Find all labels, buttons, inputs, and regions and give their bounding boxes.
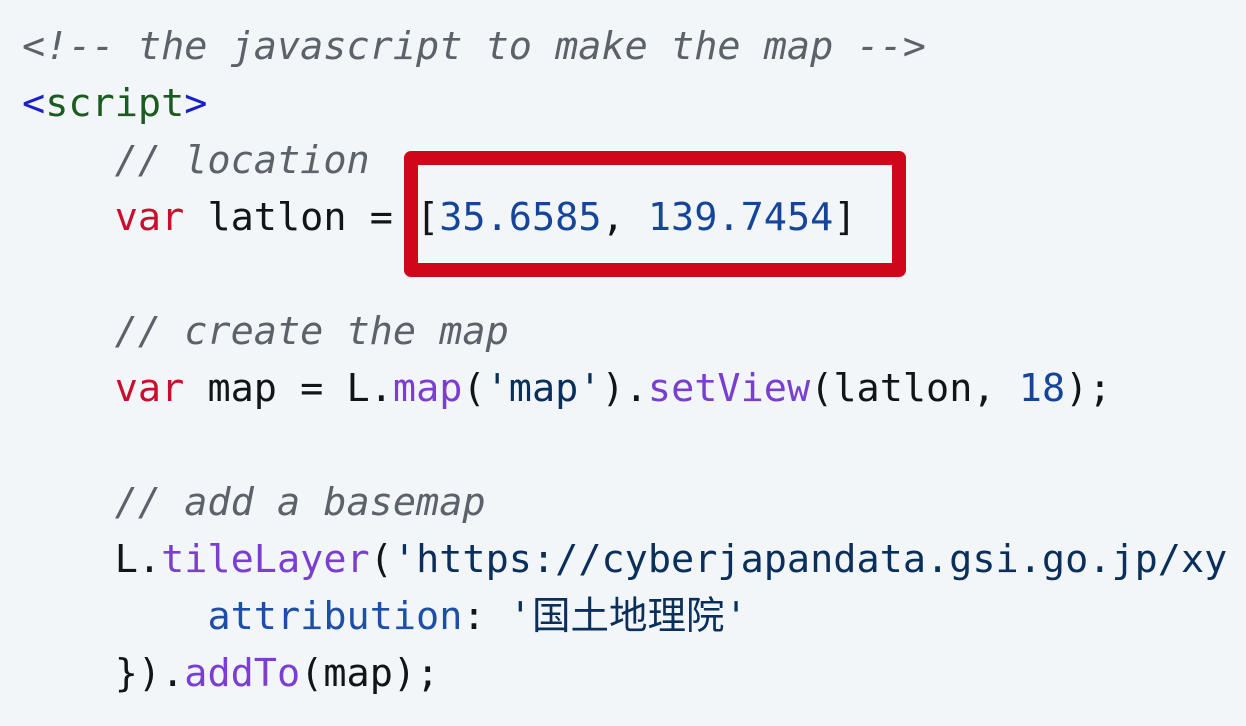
code-line-10: L.tileLayer('https://cyberjapandata.gsi.… [22,531,1228,588]
code-line-1: <!-- the javascript to make the map --> [22,18,1227,75]
map-id-string: 'map' [485,366,602,411]
html-comment: <!-- the javascript to make the map --> [22,24,926,69]
setview-args: (latlon, [810,366,1019,411]
paren-dot: ). [601,366,648,411]
var-keyword: var [114,366,185,411]
addto-args: (map); [300,651,440,696]
map-function: map [392,366,463,411]
code-line-8-blank [22,417,1227,474]
close-brace: }). [114,651,185,696]
zoom-level-value: 18 [1018,366,1066,411]
code-line-2: <script> [22,75,1227,132]
tile-url-string: 'https://cyberjapandata.gsi.go.jp/xy [392,537,1228,582]
code-listing: <!-- the javascript to make the map --> <… [22,18,1227,702]
code-line-6: // create the map [22,303,1227,360]
code-line-11: attribution: '国土地理院' [22,588,1227,645]
code-block: <!-- the javascript to make the map --> <… [0,0,1246,726]
tilelayer-function: tileLayer [161,537,370,582]
script-tag-name: script [45,81,185,126]
code-line-12: }).addTo(map); [22,645,1227,702]
leaflet-namespace: L. [114,537,162,582]
var-keyword: var [114,195,185,240]
statement-end: ); [1065,366,1112,411]
attribution-property: attribution [207,594,463,639]
latlon-declaration: latlon = [184,195,417,240]
location-comment: // location [114,138,370,183]
map-declaration: map = L. [184,366,393,411]
attribution-string: '国土地理院' [508,594,748,639]
tag-close-bracket: > [184,81,208,126]
addto-function: addTo [184,651,301,696]
setview-function: setView [647,366,811,411]
paren: ( [369,537,393,582]
tag-open-bracket: < [22,81,46,126]
code-line-9: // add a basemap [22,474,1227,531]
create-map-comment: // create the map [114,309,509,354]
code-line-7: var map = L.map('map').setView(latlon, 1… [22,360,1227,417]
colon: : [462,594,509,639]
coordinates-highlight-box [404,151,906,277]
basemap-comment: // add a basemap [114,480,486,525]
paren: ( [462,366,486,411]
